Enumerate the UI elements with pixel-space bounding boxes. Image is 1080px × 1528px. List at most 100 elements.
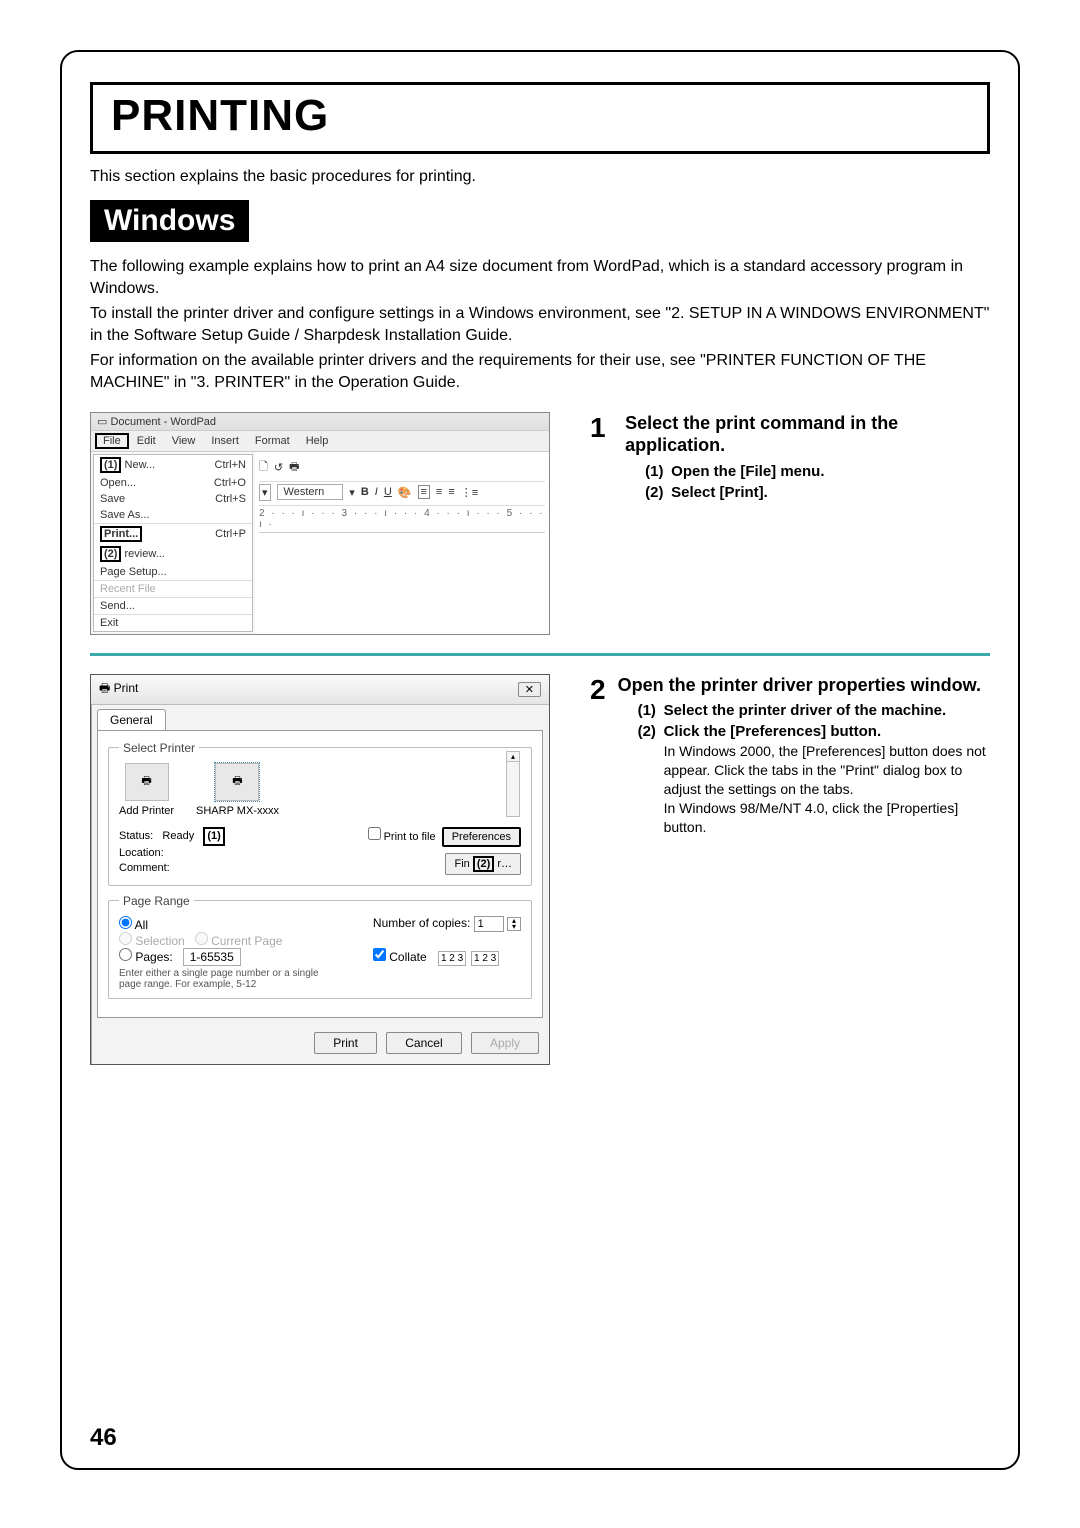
page-range-group: Page Range All Selection Current Page Pa… (108, 894, 532, 999)
radio-all-label: All (135, 918, 148, 932)
accel-print: Ctrl+P (195, 523, 252, 544)
toolbar-icon-b[interactable]: ↺ (274, 461, 283, 474)
printer-scrollbar[interactable]: ▴ (506, 751, 520, 817)
printer-sharp-label: SHARP MX-xxxx (196, 805, 279, 817)
menu-save[interactable]: Save (94, 491, 195, 507)
cancel-button[interactable]: Cancel (386, 1032, 461, 1054)
wordpad-menubar: File Edit View Insert Format Help (91, 430, 549, 452)
ruler: 2 · · · ı · · · 3 · · · ı · · · 4 · · · … (259, 506, 545, 533)
intro-text: This section explains the basic procedur… (90, 168, 990, 186)
location-label: Location: (119, 846, 225, 861)
copies-spinner[interactable]: ▴▾ (507, 917, 521, 931)
step-1-sub2-n: (2) (645, 484, 671, 501)
wordpad-title-text: Document - WordPad (110, 416, 216, 428)
page-range-legend: Page Range (119, 894, 194, 908)
sharp-printer-icon: 🖶 (215, 763, 259, 801)
step-2-sub1: Select the printer driver of the machine… (664, 702, 947, 719)
menu-file[interactable]: File (95, 433, 129, 449)
wordpad-title: ▭ Document - WordPad (91, 413, 549, 430)
print-to-file-label: Print to file (384, 831, 436, 843)
callout-1: (1) (100, 457, 121, 473)
font-dd2[interactable]: ▾ (349, 486, 355, 499)
radio-current (195, 932, 208, 945)
printer-add[interactable]: 🖶 Add Printer (119, 763, 174, 817)
add-printer-icon: 🖶 (125, 763, 169, 801)
step-1-title: Select the print command in the applicat… (625, 412, 990, 457)
radio-pages[interactable] (119, 948, 132, 961)
step-1: 1 Select the print command in the applic… (590, 412, 990, 503)
paragraph-3: For information on the available printer… (90, 350, 990, 393)
printer-add-label: Add Printer (119, 805, 174, 817)
pages-input[interactable]: 1-65535 (183, 948, 241, 966)
select-printer-legend: Select Printer (119, 741, 199, 755)
underline-icon[interactable]: U (384, 486, 392, 498)
font-name-box[interactable]: Western (277, 484, 344, 500)
copies-input[interactable]: 1 (474, 916, 504, 932)
menu-new[interactable]: New... (125, 459, 156, 471)
status-label: Status: (119, 830, 153, 842)
menu-send[interactable]: Send... (94, 597, 195, 614)
align-left-icon[interactable]: ≡ (418, 485, 430, 499)
radio-all[interactable] (119, 916, 132, 929)
dialog-callout-1: (1) (203, 827, 224, 846)
close-button[interactable]: ✕ (518, 682, 541, 697)
radio-selection-label: Selection (135, 934, 184, 948)
accel-save: Ctrl+S (195, 491, 252, 507)
font-dropdown-arrow[interactable]: ▾ (259, 484, 271, 501)
step-2-note1: In Windows 2000, the [Preferences] butto… (664, 742, 990, 799)
print-button[interactable]: Print (314, 1032, 377, 1054)
menu-print-preview[interactable]: review... (125, 548, 165, 560)
menu-save-as[interactable]: Save As... (94, 507, 195, 524)
step-2: 2 Open the printer driver properties win… (590, 674, 990, 837)
step-2-sub2: Click the [Preferences] button. (664, 723, 882, 740)
wordpad-window: ▭ Document - WordPad File Edit View Inse… (90, 412, 550, 635)
page-title: PRINTING (111, 91, 969, 141)
collate-checkbox[interactable] (373, 948, 386, 961)
step-2-note2: In Windows 98/Me/NT 4.0, click the [Prop… (664, 799, 990, 837)
apply-button: Apply (471, 1032, 539, 1054)
align-right-icon[interactable]: ≡ (448, 486, 454, 498)
menu-view[interactable]: View (164, 433, 204, 449)
printer-sharp[interactable]: 🖶 SHARP MX-xxxx (196, 763, 279, 817)
preferences-button[interactable]: Preferences (442, 827, 521, 847)
print-dialog-icon: 🖶 (99, 681, 110, 695)
accel-new: Ctrl+N (195, 455, 252, 475)
print-to-file-checkbox[interactable] (368, 827, 381, 840)
title-box: PRINTING (90, 82, 990, 154)
menu-help[interactable]: Help (298, 433, 337, 449)
wordpad-canvas: 🗋 ↺ 🖶 ▾ Western ▾ B I U 🎨 ≡ (255, 452, 549, 634)
collate-icons: 1 2 3 1 2 3 (436, 951, 499, 966)
align-center-icon[interactable]: ≡ (436, 486, 442, 498)
toolbar-icon-a[interactable]: 🗋 (259, 458, 268, 477)
select-printer-group: Select Printer 🖶 Add Printer 🖶 SHARP MX-… (108, 741, 532, 886)
toolbar-icon-c[interactable]: 🖶 (289, 458, 299, 477)
paragraph-1: The following example explains how to pr… (90, 256, 990, 299)
windows-heading: Windows (90, 200, 249, 242)
find-label: Fin (454, 858, 469, 870)
section-divider (90, 653, 990, 656)
tab-general[interactable]: General (97, 709, 166, 730)
step-2-title: Open the printer driver properties windo… (618, 674, 990, 697)
comment-label: Comment: (119, 861, 225, 876)
italic-icon[interactable]: I (375, 486, 378, 498)
menu-open[interactable]: Open... (94, 475, 195, 491)
menu-exit[interactable]: Exit (94, 614, 195, 631)
menu-format[interactable]: Format (247, 433, 298, 449)
bold-icon[interactable]: B (361, 486, 369, 498)
menu-insert[interactable]: Insert (203, 433, 247, 449)
menu-page-setup[interactable]: Page Setup... (94, 564, 195, 581)
step-2-number: 2 (590, 674, 606, 837)
find-printer-button[interactable]: Fin (2) r… (445, 853, 521, 875)
menu-recent: Recent File (94, 580, 195, 597)
print-dialog-title: Print (114, 681, 139, 695)
radio-current-label: Current Page (211, 934, 282, 948)
wordpad-toolbar: 🗋 ↺ 🖶 (259, 456, 545, 482)
menu-edit[interactable]: Edit (129, 433, 164, 449)
find-ellipsis: r… (497, 858, 512, 870)
menu-print-box[interactable]: Print... (100, 526, 142, 542)
color-icon[interactable]: 🎨 (398, 486, 412, 499)
radio-selection (119, 932, 132, 945)
file-menu-dropdown: (1) New... Ctrl+N Open... Ctrl+O Save Ct… (93, 454, 253, 632)
bullets-icon[interactable]: ⋮≡ (461, 486, 478, 499)
dialog-callout-2: (2) (473, 856, 494, 872)
